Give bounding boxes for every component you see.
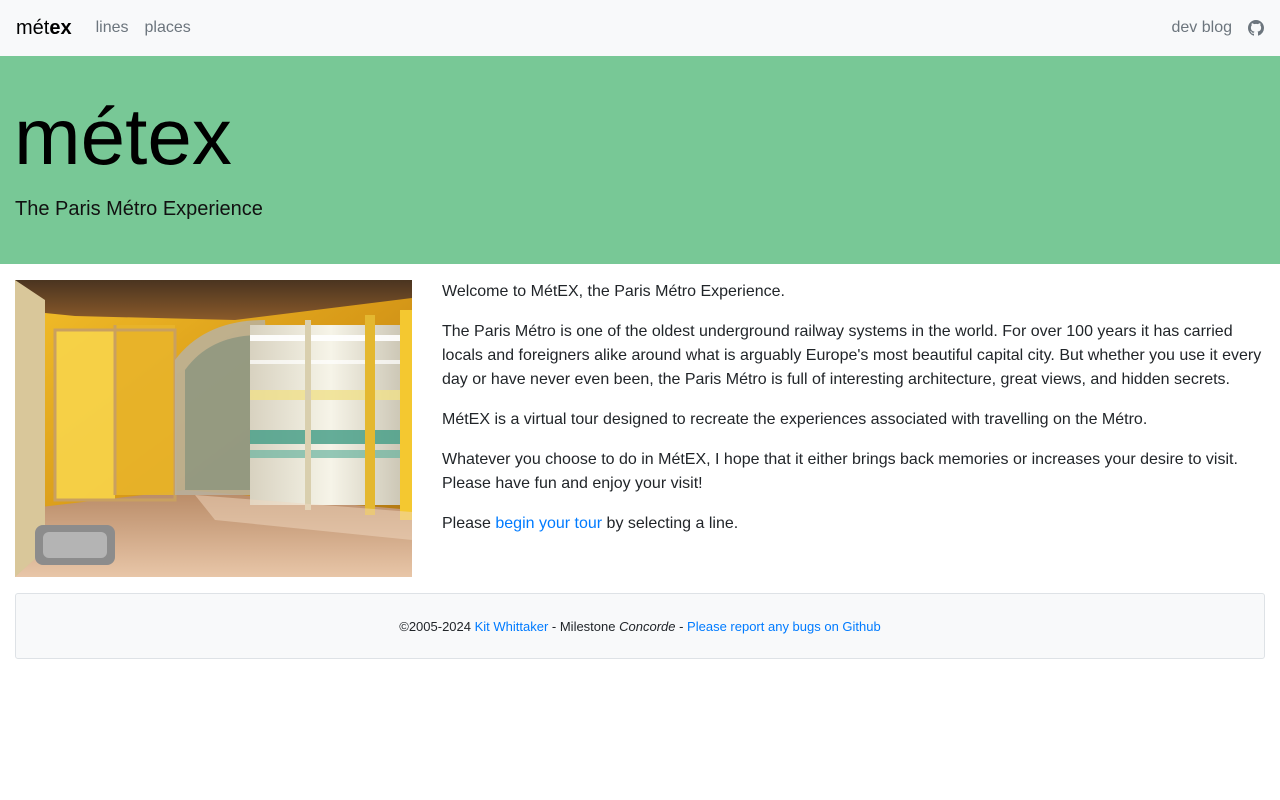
milestone-prefix: - Milestone xyxy=(548,618,620,634)
copyright-text: ©2005-2024 xyxy=(399,618,475,634)
footer: ©2005-2024 Kit Whittaker - Milestone Con… xyxy=(15,593,1265,659)
brand-light-text: mét xyxy=(16,17,50,39)
begin-prefix: Please xyxy=(442,515,496,532)
begin-paragraph: Please begin your tour by selecting a li… xyxy=(442,512,1266,536)
brand-logo[interactable]: métex xyxy=(16,18,72,38)
enjoy-paragraph: Whatever you choose to do in MétEX, I ho… xyxy=(442,451,1238,492)
jumbotron: métex The Paris Métro Experience xyxy=(0,56,1280,264)
page-subtitle: The Paris Métro Experience xyxy=(15,198,263,220)
purpose-paragraph: MétEX is a virtual tour designed to recr… xyxy=(442,411,1148,428)
navbar: métex lines places dev blog xyxy=(0,0,1280,56)
milestone-name: Concorde xyxy=(619,618,676,634)
begin-tour-link[interactable]: begin your tour xyxy=(495,515,602,532)
brand-bold-text: ex xyxy=(49,17,72,39)
nav-link-dev-blog[interactable]: dev blog xyxy=(1172,19,1233,37)
footer-text: ©2005-2024 Kit Whittaker - Milestone Con… xyxy=(399,619,880,634)
navbar-right: dev blog xyxy=(1172,19,1264,37)
author-link[interactable]: Kit Whittaker xyxy=(475,619,549,634)
page-title: métex xyxy=(14,92,232,181)
intro-text: Welcome to MétEX, the Paris Métro Experi… xyxy=(442,280,1266,552)
welcome-paragraph: Welcome to MétEX, the Paris Métro Experi… xyxy=(442,283,785,300)
report-bugs-link[interactable]: Please report any bugs on Github xyxy=(687,619,881,634)
footer-separator: - xyxy=(675,618,688,634)
metro-platform-image xyxy=(15,280,412,577)
nav-link-lines[interactable]: lines xyxy=(96,19,129,37)
github-icon[interactable] xyxy=(1248,20,1264,36)
begin-suffix: by selecting a line. xyxy=(602,515,739,532)
nav-link-places[interactable]: places xyxy=(145,19,191,37)
history-paragraph: The Paris Métro is one of the oldest und… xyxy=(442,323,1262,388)
